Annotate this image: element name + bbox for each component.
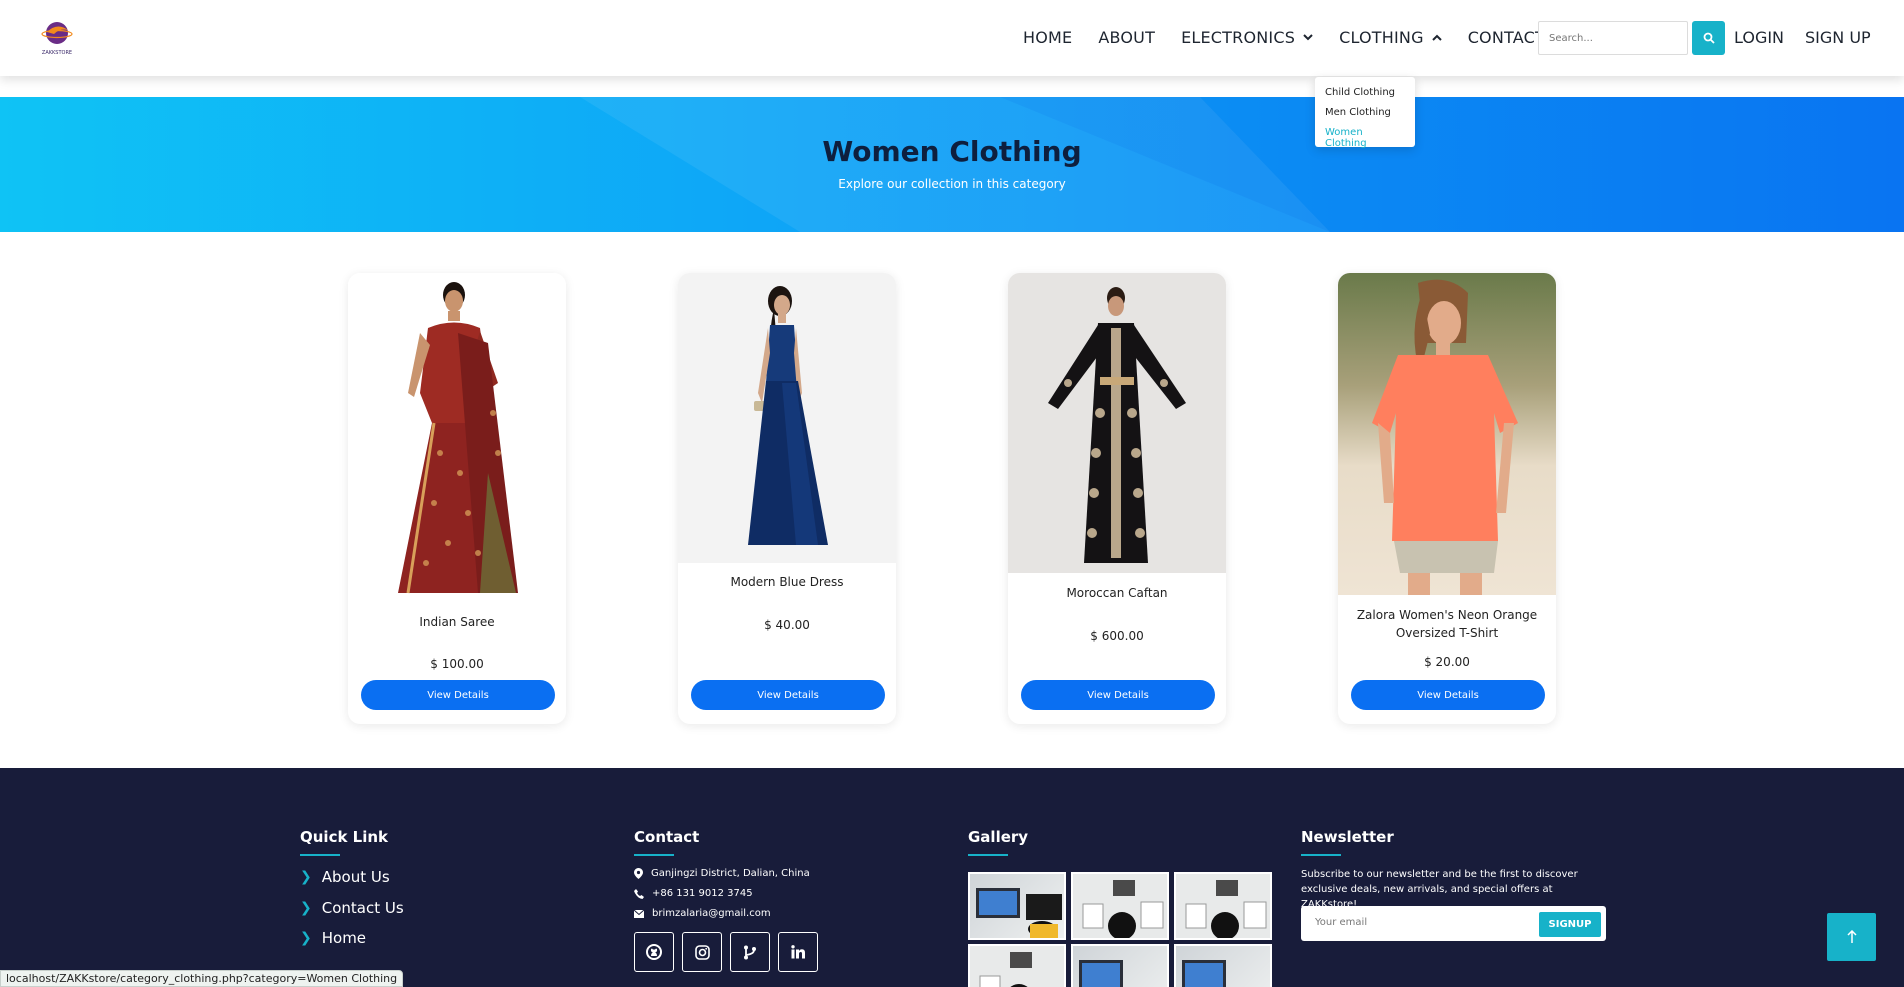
footer-contact-title: Contact <box>634 828 700 846</box>
main-nav: HOME ABOUT ELECTRONICS CLOTHING CONTACT <box>1023 28 1571 47</box>
back-to-top-button[interactable] <box>1827 913 1876 961</box>
nav-clothing-label: CLOTHING <box>1339 28 1424 47</box>
newsletter-signup-button[interactable]: SIGNUP <box>1539 912 1601 937</box>
svg-text:ZAKKSTORE: ZAKKSTORE <box>42 50 72 56</box>
map-pin-icon <box>634 868 643 879</box>
product-card: Zalora Women's Neon Orange Oversized T-S… <box>1338 273 1556 724</box>
nav-contact[interactable]: CONTACT <box>1468 28 1545 47</box>
newsletter-form: Your email SIGNUP <box>1301 906 1606 941</box>
nav-about[interactable]: ABOUT <box>1098 28 1155 47</box>
footer-link-label: Contact Us <box>321 899 404 917</box>
site-footer: Quick Link ❯ About Us ❯ Contact Us ❯ Home C… <box>0 768 1904 987</box>
contact-phone: +86 131 9012 3745 <box>634 888 753 899</box>
product-name: Zalora Women's Neon Orange Oversized T-S… <box>1356 608 1538 640</box>
dropdown-item-women-clothing[interactable]: Women Clothing <box>1315 123 1415 149</box>
footer-link-label: Home <box>321 929 367 947</box>
gallery-image[interactable] <box>1174 944 1272 987</box>
footer-title-underline <box>300 854 340 856</box>
product-image-indian-saree <box>348 273 566 603</box>
view-details-button[interactable]: View Details <box>1021 680 1215 710</box>
page-subtitle: Explore our collection in this category <box>838 177 1066 191</box>
footer-gallery-title: Gallery <box>968 828 1029 846</box>
envelope-icon <box>634 909 644 918</box>
browser-status-bar: localhost/ZAKKstore/category_clothing.ph… <box>0 970 404 987</box>
product-name: Indian Saree <box>419 615 495 629</box>
footer-title-underline <box>634 854 674 856</box>
contact-phone-text: +86 131 9012 3745 <box>652 888 753 899</box>
nav-electronics[interactable]: ELECTRONICS <box>1181 28 1313 47</box>
github-link[interactable] <box>634 932 674 972</box>
chevron-down-icon <box>1303 34 1313 41</box>
gallery-image[interactable] <box>968 944 1066 987</box>
zakkstore-logo[interactable]: ZAKKSTORE <box>38 18 76 56</box>
footer-link-label: About Us <box>321 868 390 886</box>
instagram-link[interactable] <box>682 932 722 972</box>
product-name: Moroccan Caftan <box>1066 586 1168 600</box>
linkedin-link[interactable] <box>778 932 818 972</box>
search-icon <box>1703 32 1715 44</box>
nav-home[interactable]: HOME <box>1023 28 1072 47</box>
product-price: $ 20.00 <box>1424 655 1470 669</box>
view-details-button[interactable]: View Details <box>1351 680 1545 710</box>
search-input[interactable] <box>1538 21 1688 55</box>
product-price: $ 600.00 <box>1090 629 1144 643</box>
gallery-image[interactable] <box>1174 872 1272 940</box>
gallery-image[interactable] <box>1071 944 1169 987</box>
phone-icon <box>634 888 644 899</box>
product-image-moroccan-caftan <box>1008 273 1226 573</box>
contact-address: Ganjingzi District, Dalian, China <box>634 868 810 879</box>
git-link[interactable] <box>730 932 770 972</box>
footer-newsletter-title: Newsletter <box>1301 828 1394 846</box>
nav-about-label: ABOUT <box>1098 28 1156 47</box>
footer-link-home[interactable]: ❯ Home <box>300 929 366 947</box>
footer-link-contact-us[interactable]: ❯ Contact Us <box>300 899 404 917</box>
clothing-dropdown-menu: Child Clothing Men Clothing Women Clothi… <box>1315 77 1415 149</box>
contact-email: brimzalaria@gmail.com <box>634 908 771 919</box>
site-header: ZAKKSTORE HOME ABOUT ELECTRONICS CLOTHIN… <box>0 0 1904 76</box>
newsletter-email-input[interactable]: Your email <box>1315 917 1367 928</box>
git-branch-icon <box>744 945 756 959</box>
product-card: Indian Saree $ 100.00 View Details <box>348 273 566 724</box>
chevron-up-icon <box>1431 34 1442 41</box>
product-price: $ 100.00 <box>430 657 484 671</box>
search-button[interactable] <box>1692 21 1725 55</box>
view-details-button[interactable]: View Details <box>361 680 555 710</box>
view-details-button[interactable]: View Details <box>691 680 885 710</box>
arrow-up-icon <box>1846 930 1857 943</box>
nav-home-label: HOME <box>1023 28 1073 47</box>
gallery-image[interactable] <box>968 872 1066 940</box>
signup-link[interactable]: SIGN UP <box>1805 28 1871 47</box>
github-icon <box>646 944 662 960</box>
dropdown-item-men-clothing[interactable]: Men Clothing <box>1315 103 1415 123</box>
gallery-image[interactable] <box>1071 872 1169 940</box>
login-link[interactable]: LOGIN <box>1734 28 1784 47</box>
page-title: Women Clothing <box>822 135 1082 168</box>
footer-title-underline <box>1301 854 1341 856</box>
nav-contact-label: CONTACT <box>1467 28 1545 47</box>
chevron-right-icon: ❯ <box>300 930 312 946</box>
chevron-right-icon: ❯ <box>300 900 312 916</box>
footer-title-underline <box>968 854 1008 856</box>
footer-link-about-us[interactable]: ❯ About Us <box>300 868 390 886</box>
category-hero-banner: Women Clothing Explore our collection in… <box>0 97 1904 232</box>
chevron-right-icon: ❯ <box>300 869 312 885</box>
product-name: Modern Blue Dress <box>730 575 844 589</box>
nav-electronics-label: ELECTRONICS <box>1181 28 1296 47</box>
product-image-zalora-orange-tshirt <box>1338 273 1556 595</box>
nav-clothing[interactable]: CLOTHING <box>1339 28 1442 47</box>
product-price: $ 40.00 <box>764 618 810 632</box>
contact-email-text: brimzalaria@gmail.com <box>652 908 771 919</box>
linkedin-icon <box>791 945 805 959</box>
product-card: Modern Blue Dress $ 40.00 View Details <box>678 273 896 724</box>
product-card: Moroccan Caftan $ 600.00 View Details <box>1008 273 1226 724</box>
instagram-icon <box>694 944 710 960</box>
contact-address-text: Ganjingzi District, Dalian, China <box>651 868 810 879</box>
footer-quick-link-title: Quick Link <box>300 828 389 846</box>
dropdown-item-child-clothing[interactable]: Child Clothing <box>1315 83 1415 103</box>
product-image-modern-blue-dress <box>678 273 896 563</box>
